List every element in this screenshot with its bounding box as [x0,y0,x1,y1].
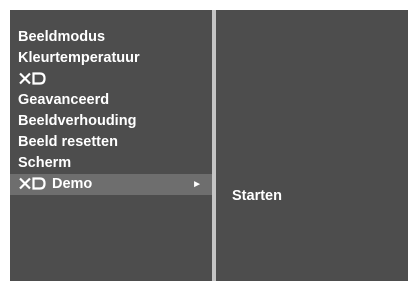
menu-item-geavanceerd[interactable]: Geavanceerd [10,90,212,111]
menu-item-beeldmodus[interactable]: Beeldmodus [10,27,212,48]
menu-item-label: Kleurtemperatuur [18,50,140,66]
main-menu-panel: Beeldmodus Kleurtemperatuur Geavanceerd … [10,10,212,281]
menu-item-beeldverhouding[interactable]: Beeldverhouding [10,111,212,132]
menu-item-label: Geavanceerd [18,92,110,108]
menu-item-xd-demo[interactable]: Demo ► [10,174,212,195]
submenu-list: Starten [216,186,408,207]
main-menu-list: Beeldmodus Kleurtemperatuur Geavanceerd … [10,27,212,195]
submenu-item-label: Starten [232,188,282,204]
menu-item-label: Beeld resetten [18,134,118,150]
submenu-item-starten[interactable]: Starten [216,186,408,207]
menu-item-label: Beeldverhouding [18,113,137,129]
xd-logo-icon [19,72,46,85]
menu-item-label: Beeldmodus [18,29,106,45]
menu-item-beeld-resetten[interactable]: Beeld resetten [10,132,212,153]
submenu-arrow-icon: ► [192,179,202,190]
menu-item-kleurtemperatuur[interactable]: Kleurtemperatuur [10,48,212,69]
menu-item-scherm[interactable]: Scherm [10,153,212,174]
menu-item-label: Demo [52,176,93,192]
tv-osd-menu: Beeldmodus Kleurtemperatuur Geavanceerd … [10,10,408,281]
menu-item-label: Scherm [18,155,72,171]
xd-logo-icon [19,177,46,190]
submenu-panel: Starten [216,10,408,281]
menu-item-xd[interactable] [10,69,212,90]
